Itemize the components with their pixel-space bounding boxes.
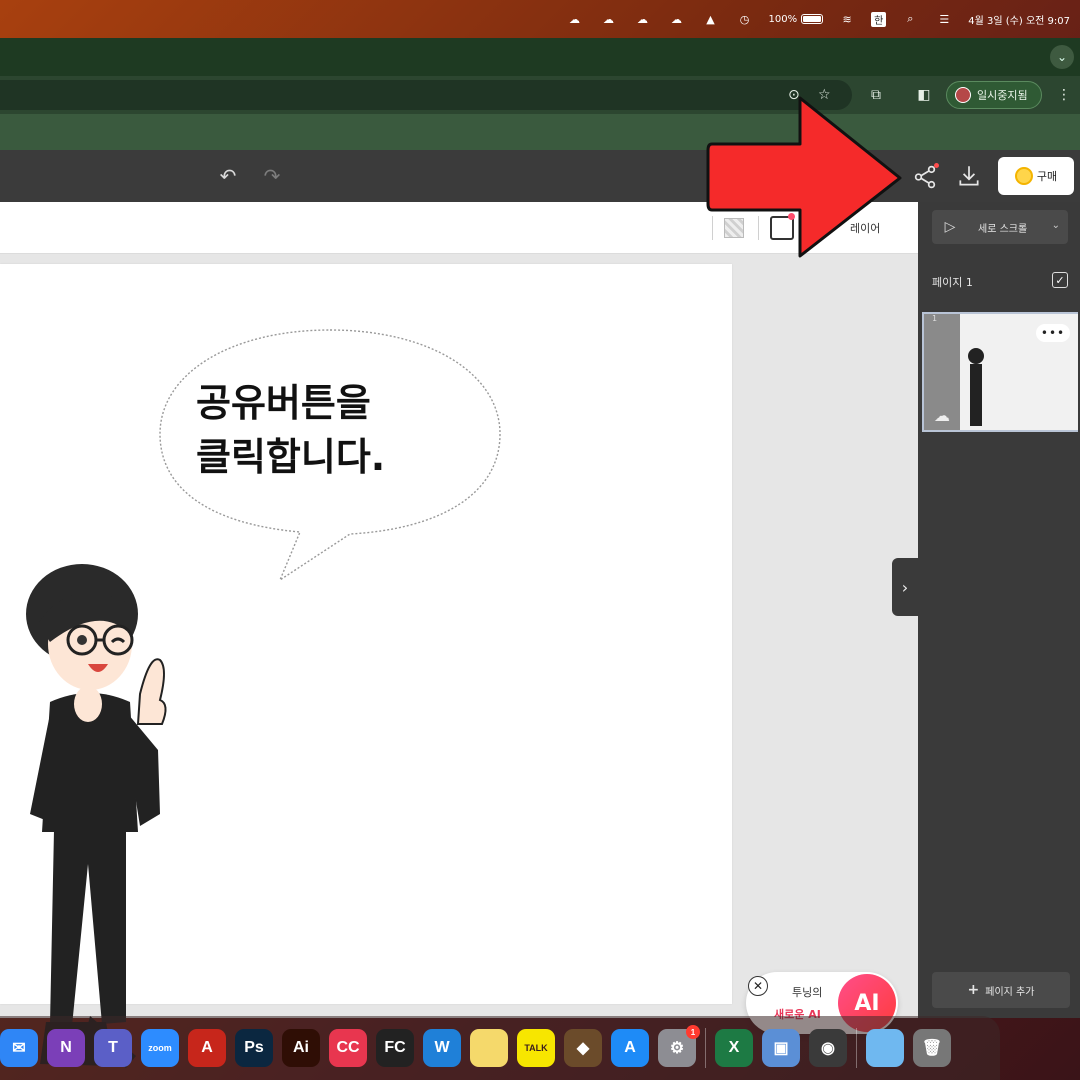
drive-icon[interactable]: ▲ (701, 12, 721, 26)
tab-search-chevron-icon[interactable]: ⌄ (1050, 45, 1074, 69)
dock-illustrator-icon[interactable]: Ai (282, 1029, 320, 1067)
add-page-button[interactable]: + 페이지 추가 (932, 972, 1070, 1008)
dock-separator (705, 1028, 706, 1068)
cloud-sync-icon[interactable]: ☁ (565, 12, 585, 26)
notification-badge: 1 (686, 1025, 700, 1039)
dock-trash-icon[interactable]: 🗑 (913, 1029, 951, 1067)
editor-workspace: 레이어 공유버튼을 클릭합니다. ✕ 투닝의 새로운 AI AI (0, 202, 918, 1068)
side-panel-icon[interactable]: ◧ (914, 85, 934, 105)
buy-label: 구매 (1036, 170, 1058, 183)
page-thumbnail[interactable]: ••• ☁ (922, 312, 1078, 432)
dock-settings-icon[interactable]: ⚙ 1 (658, 1025, 700, 1067)
dock-word-app-icon[interactable]: W (423, 1029, 461, 1067)
dock-separator (856, 1028, 857, 1068)
search-icon[interactable]: ⌕ (900, 12, 920, 26)
cloud-off-icon: ☁ (934, 406, 950, 425)
dock-photoshop-icon[interactable]: Ps (235, 1029, 273, 1067)
panel-toggle-chevron-right-icon[interactable]: › (892, 558, 918, 616)
wifi-icon[interactable]: ≋ (837, 12, 857, 26)
tab-strip: ⌄ (0, 38, 1080, 76)
cloud-icon[interactable]: ☁ (599, 12, 619, 26)
browser-toolbar: ⊙ ☆ ⧉ ◧ 일시중지됨 ⋮ (0, 76, 1080, 114)
input-source[interactable]: 한 (871, 11, 887, 27)
cloud-sync-icon-2[interactable]: ☁ (667, 12, 687, 26)
dock-final-cut-icon[interactable]: FC (376, 1029, 414, 1067)
dock-zoom-icon[interactable]: zoom (141, 1029, 179, 1067)
dock-onenote-icon[interactable]: N (47, 1029, 85, 1067)
page-title: 페이지 1 (932, 276, 973, 289)
comic-page-canvas[interactable]: 공유버튼을 클릭합니다. (0, 264, 732, 1068)
download-icon[interactable] (956, 163, 982, 189)
pages-panel: ▷ 세로 스크롤 ⌄ 페이지 1 ✓ ••• ☁ 1 + 페이지 추가 (918, 202, 1080, 1018)
cartoon-character[interactable] (10, 564, 180, 1074)
editor-header: ↶ ↷ 구매 (0, 150, 1080, 202)
profile-paused-button[interactable]: 일시중지됨 (946, 81, 1042, 109)
bubble-line-1: 공유버튼을 (196, 381, 371, 425)
close-icon[interactable]: ✕ (748, 976, 768, 996)
bookmarks-bar (0, 114, 1080, 150)
dock-app-store-icon[interactable]: A (611, 1029, 649, 1067)
battery-percent: 100% (768, 13, 798, 25)
undo-icon[interactable]: ↶ (216, 164, 240, 188)
battery-status[interactable]: 100% (769, 14, 824, 25)
bubble-line-2: 클릭합니다. (196, 435, 386, 479)
cloud-icon-2[interactable]: ☁ (633, 12, 653, 26)
profile-avatar (955, 87, 971, 103)
thumbnail-page-number: 1 (932, 314, 938, 323)
dock-excel-icon[interactable]: X (715, 1029, 753, 1067)
buy-button[interactable]: 구매 (998, 157, 1074, 195)
dock-app-misc-icon[interactable]: ◆ (564, 1029, 602, 1067)
coin-icon (1014, 167, 1033, 185)
dock-notes-icon[interactable] (470, 1029, 508, 1067)
dock-mail-icon[interactable]: ✉ (0, 1029, 38, 1067)
scroll-mode-select[interactable]: 세로 스크롤 ⌄ (968, 210, 1068, 244)
dock-preview-icon[interactable]: ▣ (762, 1029, 800, 1067)
dock-kakaotalk-icon[interactable]: TALK (517, 1029, 555, 1067)
chevron-down-icon: ⌄ (1051, 220, 1060, 231)
play-icon[interactable]: ▷ (932, 210, 968, 244)
menubar-clock[interactable]: 4월 3일 (수) 오전 9:07 (968, 12, 1070, 27)
dock-downloads-folder-icon[interactable] (866, 1029, 904, 1067)
battery-icon (801, 14, 824, 24)
dock-teams-icon[interactable]: T (94, 1029, 132, 1067)
profile-status-label: 일시중지됨 (977, 89, 1028, 102)
plus-icon: + (967, 982, 980, 998)
dock-acrobat-icon[interactable]: A (188, 1029, 226, 1067)
dock-screenshot-icon[interactable]: ◉ (809, 1029, 847, 1067)
speech-bubble-text: 공유버튼을 클릭합니다. (196, 376, 456, 484)
share-notification-dot (934, 163, 939, 168)
redo-icon[interactable]: ↷ (260, 164, 284, 188)
browser-menu-icon[interactable]: ⋮ (1054, 85, 1074, 105)
share-icon[interactable] (912, 164, 938, 190)
page-select-checkbox[interactable]: ✓ (1052, 272, 1068, 288)
more-options-icon[interactable]: ••• (1036, 324, 1070, 342)
red-arrow-annotation (706, 96, 902, 258)
dock-creative-cloud-icon[interactable]: CC (329, 1029, 367, 1067)
control-center-icon[interactable]: ☰ (934, 12, 954, 26)
time-machine-icon[interactable]: ◷ (735, 12, 755, 26)
scroll-mode-label: 세로 스크롤 (978, 223, 1028, 235)
macos-dock: ✉ N Tzoom A Ps Ai CC FC W TALK ◆ A ⚙ 1 X ▣ ◉ 🗑 (0, 1016, 1000, 1080)
macos-menubar: ☁ ☁ ☁ ☁ ▲ ◷ 100% ≋ 한 ⌕ ☰ 4월 3일 (수) 오전 9:… (0, 0, 1080, 38)
add-page-label: 페이지 추가 (985, 986, 1035, 998)
ai-promo-line-1: 투닝의 (792, 986, 823, 999)
